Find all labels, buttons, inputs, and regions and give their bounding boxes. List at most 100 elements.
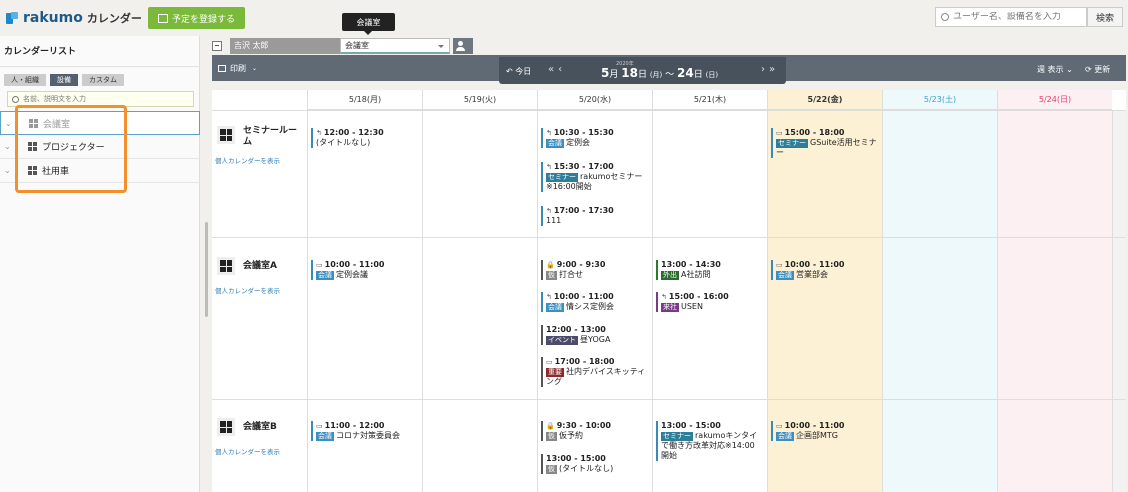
tab-people[interactable]: 人・組織 <box>4 74 46 86</box>
event-time: 10:00 - 11:00 <box>553 292 614 301</box>
day-header-saturday[interactable]: 5/23(土) <box>882 90 997 110</box>
scrollbar[interactable] <box>1112 110 1126 492</box>
event-item[interactable]: 13:00 - 15:00 セミナー rakumoキンタイで働き方改革対応※14:0… <box>656 421 762 461</box>
event-title: (タイトルなし) <box>559 464 614 473</box>
chevron-down-icon[interactable]: ⌄ <box>4 142 14 151</box>
calendar-icon: ▭ <box>776 422 783 430</box>
event-item[interactable]: 13:00 - 14:30 外出 A社訪問 <box>656 260 762 280</box>
resource-name: セミナールーム <box>243 126 298 147</box>
resource-name: 会議室A <box>243 261 277 271</box>
calendar-grid: 5/18(月) 5/19(火) 5/20(水) 5/21(木) 5/22(金) … <box>212 90 1126 492</box>
register-event-button[interactable]: 予定を登録する <box>148 7 245 29</box>
add-user-icon[interactable] <box>453 38 473 54</box>
event-tag: 仮 <box>546 432 557 441</box>
sidebar-resize-handle[interactable] <box>205 222 208 317</box>
event-time: 13:00 - 15:00 <box>546 454 606 463</box>
event-item[interactable]: ↰ 15:30 - 17:00 セミナー rakumoセミナー※16:00開始 <box>541 162 647 192</box>
event-item[interactable]: ↰ 10:30 - 15:30 会議 定例会 <box>541 128 647 148</box>
global-search-input[interactable] <box>953 12 1078 22</box>
app-logo[interactable]: rakumo カレンダー <box>6 8 142 28</box>
day-header[interactable]: 5/19(火) <box>422 90 537 110</box>
facility-icon <box>217 418 235 436</box>
chevron-down-icon[interactable]: ⌄ <box>4 166 14 175</box>
repeat-icon: ↰ <box>546 293 552 301</box>
event-title: 打合せ <box>559 270 583 279</box>
sunday-column <box>997 110 1112 492</box>
calendar-icon: ▭ <box>776 261 783 269</box>
personal-calendar-link[interactable]: 個人カレンダーを表示 <box>215 285 280 295</box>
event-item[interactable]: ▭ 10:00 - 11:00 会議 定例会議 <box>311 260 417 280</box>
highlight-box <box>15 105 127 193</box>
collapse-sidebar-icon[interactable] <box>212 41 222 51</box>
event-item[interactable]: ▭ 10:00 - 11:00 会議 営業部会 <box>771 260 877 280</box>
repeat-icon: ↰ <box>546 163 552 171</box>
event-tag: 会議 <box>546 303 564 312</box>
next-arrows[interactable]: ›» <box>761 64 779 75</box>
event-item[interactable]: 🔒 9:00 - 9:30 仮打合せ <box>541 260 647 280</box>
personal-calendar-link[interactable]: 個人カレンダーを表示 <box>215 155 280 165</box>
today-button[interactable]: ↶ 今日 <box>506 66 531 77</box>
repeat-icon: ↰ <box>546 129 552 137</box>
event-tag: セミナー <box>661 432 693 441</box>
register-event-label: 予定を登録する <box>171 14 235 25</box>
event-item[interactable]: ↰ 17:00 - 17:30 111 <box>541 206 647 226</box>
sidebar-divider <box>0 66 200 67</box>
event-time: 15:30 - 17:00 <box>553 162 614 171</box>
search-button[interactable]: 検索 <box>1087 7 1123 27</box>
resource-name: 会議室B <box>243 422 277 432</box>
day-header[interactable]: 5/21(木) <box>652 90 767 110</box>
event-item[interactable]: ↰ 12:00 - 12:30 (タイトルなし) <box>311 128 417 148</box>
event-item[interactable]: 12:00 - 13:00 イベント 昼YOGA <box>541 325 647 345</box>
prev-arrows[interactable]: «‹ <box>548 64 566 75</box>
event-tag: 会議 <box>546 139 564 148</box>
event-item[interactable]: ▭ 10:00 - 11:00 会議 企画部MTG <box>771 421 877 441</box>
event-tag: セミナー <box>546 173 578 182</box>
global-search <box>935 7 1087 27</box>
event-time: 15:00 - 18:00 <box>784 128 845 137</box>
day-header[interactable]: 5/18(月) <box>307 90 422 110</box>
event-item[interactable]: ↰ 10:00 - 11:00 会議 情シス定例会 <box>541 292 647 312</box>
event-time: 12:00 - 13:00 <box>546 325 606 334</box>
sidebar-tabs: 人・組織 設備 カスタム <box>4 74 124 86</box>
calendar-icon: ▭ <box>316 422 323 430</box>
event-title: 定例会 <box>566 138 590 147</box>
tab-facility[interactable]: 設備 <box>50 74 78 86</box>
day-header[interactable]: 5/20(水) <box>537 90 652 110</box>
day-header-sunday[interactable]: 5/24(日) <box>997 90 1112 110</box>
repeat-icon: ↰ <box>661 293 667 301</box>
tab-custom[interactable]: カスタム <box>82 74 124 86</box>
user-row: 吉沢 太郎 会議室 <box>212 38 473 54</box>
facility-select[interactable]: 会議室 <box>340 38 450 54</box>
calendar-icon: ▭ <box>546 358 553 366</box>
rakumo-logo-icon <box>6 11 18 25</box>
saturday-column <box>882 110 997 492</box>
event-item[interactable]: ↰ 15:00 - 16:00 来社 USEN <box>656 292 762 312</box>
event-tag: 外出 <box>661 271 679 280</box>
row-divider <box>212 237 1126 238</box>
event-tag: 会議 <box>776 271 794 280</box>
event-tag: イベント <box>546 336 578 345</box>
event-time: 17:00 - 18:00 <box>554 357 615 366</box>
event-item[interactable]: ▭ 17:00 - 18:00 重要 社内デバイスキッティング <box>541 357 647 387</box>
chevron-down-icon[interactable]: ⌄ <box>5 119 15 128</box>
resource-room-a: 会議室A <box>217 257 299 275</box>
event-item[interactable]: ▭ 11:00 - 12:00 会議 コロナ対策委員会 <box>311 421 417 441</box>
view-selector[interactable]: 週 表示 ⌄ <box>1037 64 1073 75</box>
event-tag: 仮 <box>546 465 557 474</box>
day-column[interactable] <box>422 110 537 492</box>
top-bar: rakumo カレンダー 予定を登録する 会議室 検索 <box>0 0 1128 36</box>
event-time: 13:00 - 14:30 <box>661 260 721 269</box>
event-item[interactable]: 13:00 - 15:00 仮 (タイトルなし) <box>541 454 647 474</box>
sidebar-search-input[interactable] <box>23 95 193 103</box>
personal-calendar-link[interactable]: 個人カレンダーを表示 <box>215 446 280 456</box>
resource-seminar-room: セミナールーム <box>217 126 299 148</box>
print-button[interactable]: 印刷 ⌄ <box>218 63 257 74</box>
today-label: 今日 <box>515 67 532 76</box>
event-item[interactable]: 🔒 9:30 - 10:00 仮仮予約 <box>541 421 647 441</box>
refresh-button[interactable]: ⟳ 更新 <box>1085 64 1110 75</box>
resource-room-b: 会議室B <box>217 418 299 436</box>
event-item[interactable]: ▭ 15:00 - 18:00 セミナー GSuite活用セミナー <box>771 128 877 158</box>
search-icon <box>941 13 949 21</box>
end-dow: (日) <box>705 71 719 79</box>
day-header-today[interactable]: 5/22(金) <box>767 90 882 110</box>
